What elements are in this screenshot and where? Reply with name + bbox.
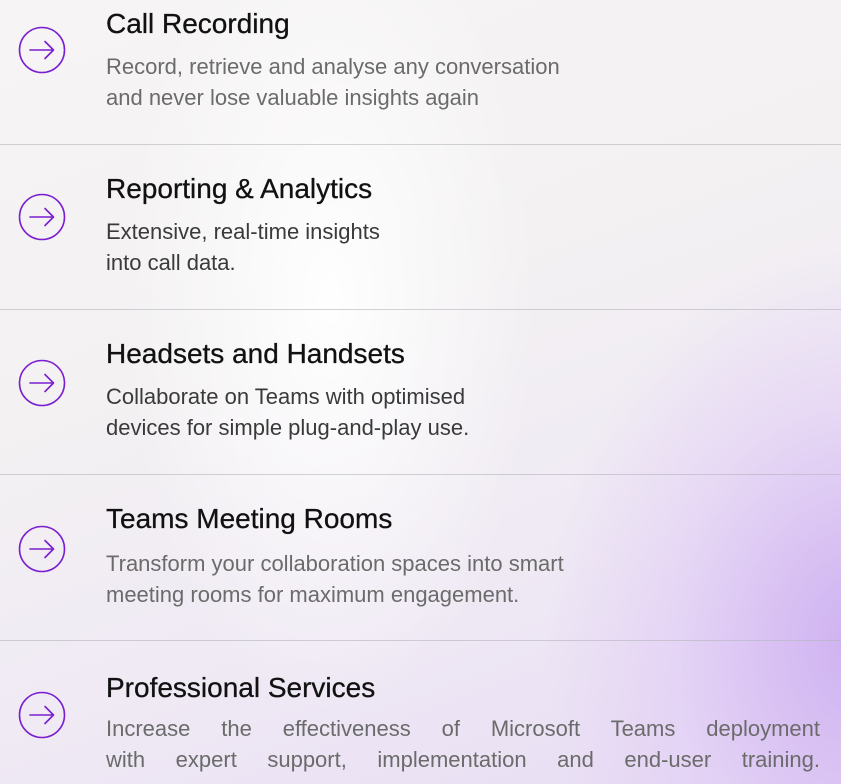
item-description-line: with expert support, implementation and … [106, 747, 820, 772]
divider [0, 640, 841, 641]
item-description: Transform your collaboration spaces into… [106, 548, 564, 610]
item-description-line: and never lose valuable insights again [106, 85, 480, 110]
item-title[interactable]: Headsets and Handsets [106, 337, 405, 371]
item-description: Extensive, real-time insights into call … [106, 216, 380, 278]
item-description-line: Collaborate on Teams with optimised [106, 384, 466, 409]
arrow-right-circle-icon[interactable] [18, 359, 66, 407]
divider [0, 144, 841, 145]
arrow-right-circle-icon[interactable] [18, 691, 66, 739]
divider [0, 474, 841, 475]
item-description-line: meeting rooms for maximum engagement. [106, 582, 520, 607]
divider [0, 309, 841, 310]
item-description: Record, retrieve and analyse any convers… [106, 51, 560, 113]
arrow-right-circle-icon[interactable] [18, 525, 66, 573]
item-description-line: Transform your collaboration spaces into… [106, 551, 564, 576]
item-description-line: Increase the effectiveness of Microsoft … [106, 716, 820, 741]
services-list: Call Recording Record, retrieve and anal… [0, 0, 841, 784]
item-description: Increase the effectiveness of Microsoft … [106, 713, 820, 775]
item-description: Collaborate on Teams with optimised devi… [106, 381, 469, 443]
item-title[interactable]: Teams Meeting Rooms [106, 502, 393, 536]
item-description-line: into call data. [106, 250, 236, 275]
item-title[interactable]: Reporting & Analytics [106, 172, 372, 206]
item-title[interactable]: Professional Services [106, 671, 376, 705]
arrow-right-circle-icon[interactable] [18, 26, 66, 74]
item-description-line: devices for simple plug-and-play use. [106, 415, 470, 440]
item-description-line: Record, retrieve and analyse any convers… [106, 54, 560, 79]
item-description-line: Extensive, real-time insights [106, 219, 380, 244]
arrow-right-circle-icon[interactable] [18, 193, 66, 241]
item-title[interactable]: Call Recording [106, 7, 290, 41]
